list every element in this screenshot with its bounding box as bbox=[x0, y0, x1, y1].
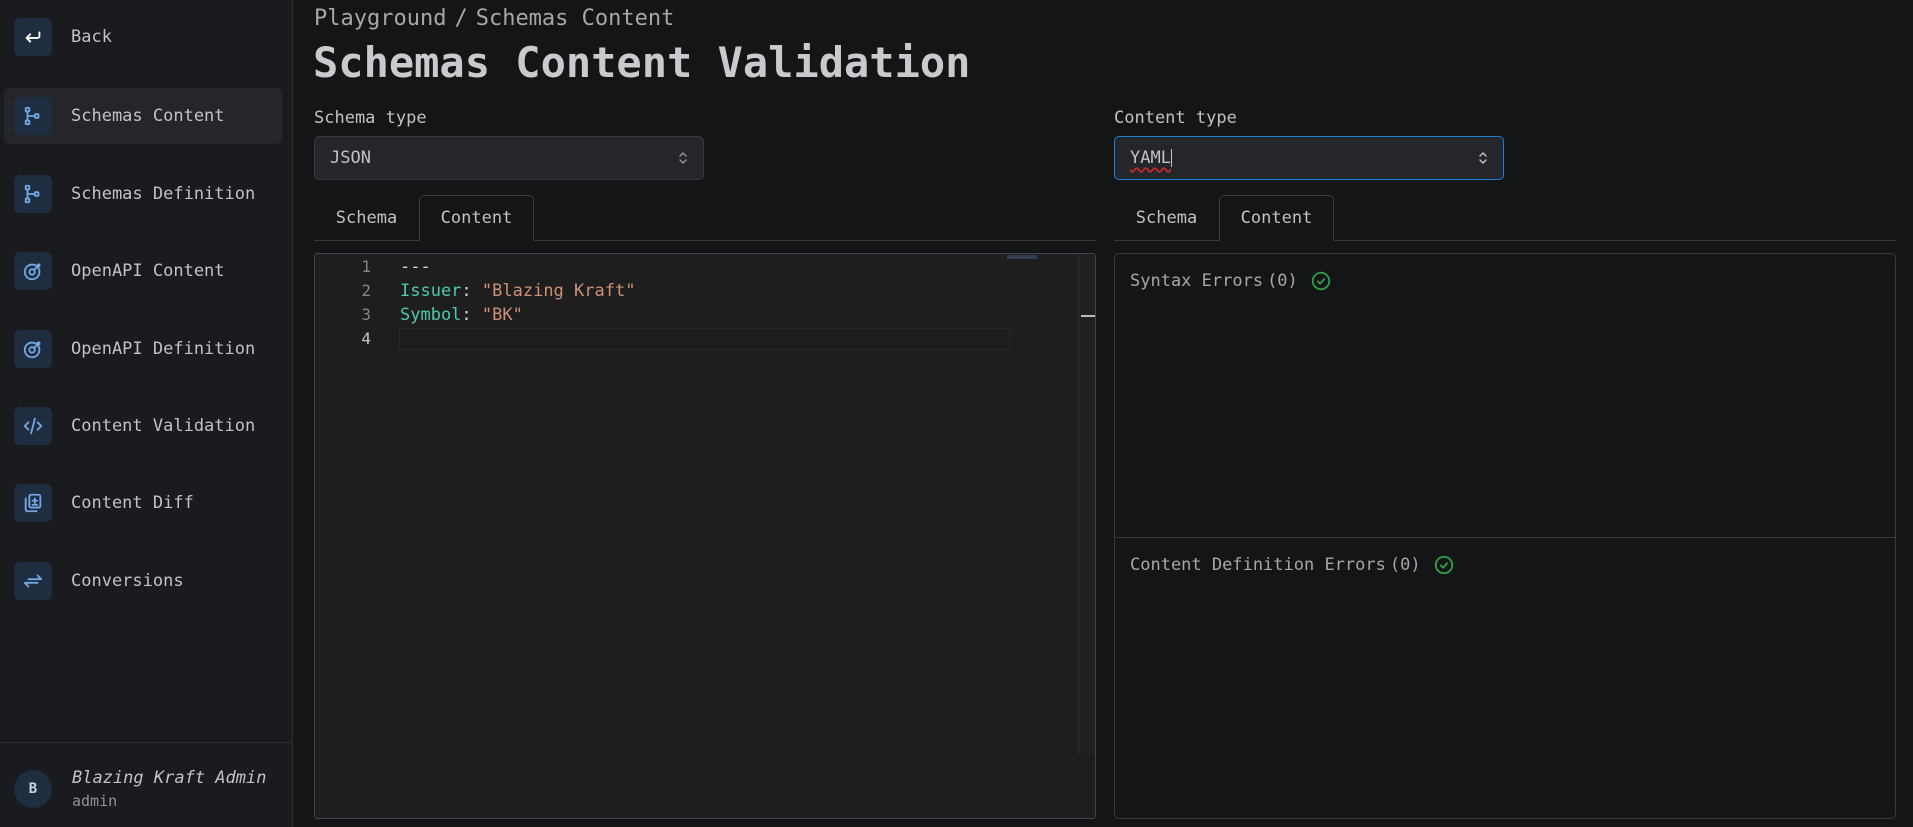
tab-content[interactable]: Content bbox=[1219, 195, 1334, 241]
breadcrumb-current: Schemas Content bbox=[475, 6, 675, 31]
yaml-colon: : bbox=[461, 281, 482, 301]
results-divider bbox=[1115, 537, 1895, 538]
sidebar-item-label: OpenAPI Definition bbox=[71, 339, 256, 359]
yaml-key: Issuer bbox=[400, 281, 462, 301]
sidebar-item-schemas-content[interactable]: Schemas Content bbox=[4, 88, 282, 144]
user-role: admin bbox=[72, 792, 118, 810]
page-title: Schemas Content Validation bbox=[313, 38, 971, 87]
sidebar-item-openapi-content[interactable]: OpenAPI Content bbox=[4, 243, 282, 299]
sidebar-item-schemas-definition[interactable]: Schemas Definition bbox=[4, 166, 282, 222]
sidebar-item-content-diff[interactable]: Content Diff bbox=[4, 475, 282, 531]
yaml-value: "Blazing Kraft" bbox=[481, 281, 636, 301]
file-diff-icon bbox=[14, 484, 52, 522]
scrollbar-gutter bbox=[1078, 754, 1095, 818]
code-text: --- bbox=[400, 257, 431, 277]
arrows-exchange-icon bbox=[14, 562, 52, 600]
sidebar-item-label: Content Validation bbox=[71, 416, 256, 436]
yaml-colon: : bbox=[461, 305, 482, 325]
selector-icon bbox=[1479, 152, 1487, 164]
tab-content[interactable]: Content bbox=[419, 195, 534, 241]
avatar: B bbox=[14, 770, 52, 808]
schema-type-select[interactable]: JSON bbox=[314, 136, 704, 180]
schema-tree-icon bbox=[14, 175, 52, 213]
content-type-label: Content type bbox=[1114, 108, 1237, 128]
code-text: Symbol: "BK" bbox=[400, 303, 523, 327]
tab-schema[interactable]: Schema bbox=[1114, 195, 1219, 240]
user-menu[interactable]: B Blazing Kraft Admin admin bbox=[14, 768, 266, 810]
scrollbar-cursor-marker bbox=[1081, 315, 1095, 317]
code-text: Issuer: "Blazing Kraft" bbox=[400, 279, 635, 303]
sidebar-item-content-validation[interactable]: Content Validation bbox=[4, 398, 282, 454]
line-number: 3 bbox=[361, 305, 371, 324]
content-type-select[interactable]: YAML bbox=[1114, 136, 1504, 180]
user-name: Blazing Kraft Admin bbox=[72, 768, 267, 788]
editor-line: 4 bbox=[315, 327, 1095, 351]
validation-results-panel: Syntax Errors (0) Content Definition Err… bbox=[1114, 253, 1896, 819]
check-circle-icon bbox=[1434, 555, 1453, 575]
breadcrumb-root[interactable]: Playground bbox=[314, 6, 446, 31]
selector-icon bbox=[679, 152, 687, 164]
tab-schema[interactable]: Schema bbox=[314, 195, 419, 240]
schema-type-value: JSON bbox=[330, 148, 371, 168]
editor-line: 1 --- bbox=[315, 255, 1095, 279]
editor-scrollbar[interactable] bbox=[1078, 254, 1095, 818]
sidebar-divider bbox=[0, 742, 292, 743]
right-tabs: Schema Content bbox=[1114, 195, 1896, 241]
code-icon bbox=[14, 407, 52, 445]
minimap[interactable] bbox=[1007, 255, 1037, 259]
breadcrumb: Playground / Schemas Content bbox=[314, 6, 674, 31]
content-definition-errors-header: Content Definition Errors (0) bbox=[1130, 554, 1455, 576]
back-button[interactable]: Back bbox=[4, 9, 282, 65]
yaml-value: "BK" bbox=[481, 305, 523, 325]
back-label: Back bbox=[71, 27, 112, 47]
content-definition-errors-count: (0) bbox=[1389, 555, 1421, 575]
sidebar-item-label: OpenAPI Content bbox=[71, 261, 225, 281]
text-cursor bbox=[1170, 149, 1172, 167]
content-definition-errors-label: Content Definition Errors bbox=[1130, 555, 1386, 575]
sidebar: Back Schemas Content Schemas Definition … bbox=[0, 0, 293, 827]
sidebar-item-label: Content Diff bbox=[71, 493, 194, 513]
check-circle-icon bbox=[1311, 271, 1330, 291]
sidebar-item-openapi-definition[interactable]: OpenAPI Definition bbox=[4, 321, 282, 377]
editor-line: 3 Symbol: "BK" bbox=[315, 303, 1095, 327]
current-line-highlight bbox=[399, 328, 1010, 350]
breadcrumb-separator: / bbox=[454, 6, 468, 31]
code-editor[interactable]: 1 --- 2 Issuer: "Blazing Kraft" 3 Symbol… bbox=[314, 253, 1096, 819]
yaml-key: Symbol bbox=[400, 305, 462, 325]
left-tabs: Schema Content bbox=[314, 195, 1096, 241]
schema-type-label: Schema type bbox=[314, 108, 427, 128]
sidebar-item-label: Schemas Definition bbox=[71, 184, 256, 204]
content-type-value: YAML bbox=[1130, 148, 1171, 168]
openapi-icon bbox=[14, 252, 52, 290]
editor-line: 2 Issuer: "Blazing Kraft" bbox=[315, 279, 1095, 303]
syntax-errors-header: Syntax Errors (0) bbox=[1130, 270, 1332, 292]
syntax-errors-count: (0) bbox=[1267, 271, 1298, 291]
sidebar-item-conversions[interactable]: Conversions bbox=[4, 553, 282, 609]
sidebar-item-label: Conversions bbox=[71, 571, 184, 591]
schema-tree-icon bbox=[14, 97, 52, 135]
arrow-back-icon bbox=[14, 18, 52, 56]
line-number: 1 bbox=[361, 257, 371, 276]
openapi-icon bbox=[14, 330, 52, 368]
line-number: 4 bbox=[361, 329, 371, 348]
sidebar-item-label: Schemas Content bbox=[71, 106, 225, 126]
line-number: 2 bbox=[361, 281, 371, 300]
syntax-errors-label: Syntax Errors bbox=[1130, 271, 1264, 291]
